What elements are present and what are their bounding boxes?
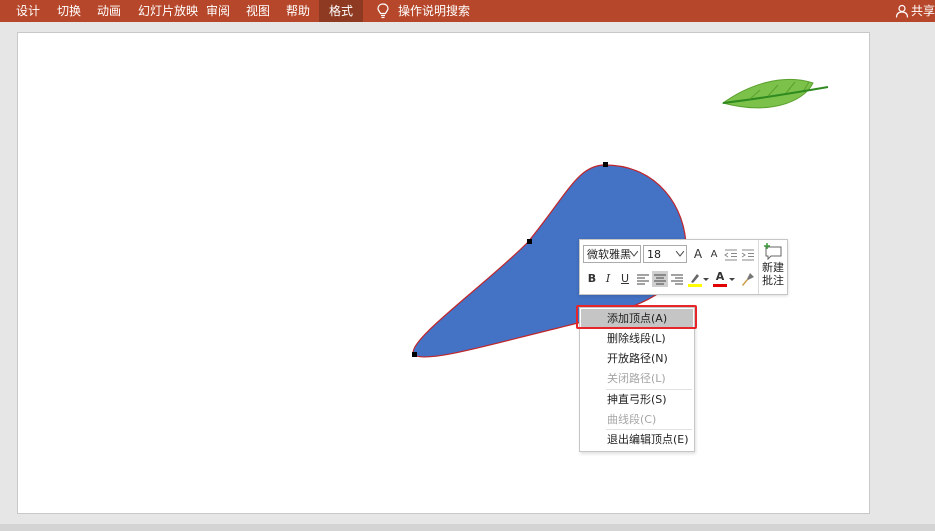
person-icon bbox=[895, 4, 909, 18]
format-painter-icon[interactable] bbox=[740, 271, 756, 287]
vertex-handle[interactable] bbox=[527, 239, 532, 244]
font-size-value: 18 bbox=[647, 248, 661, 261]
chevron-down-icon[interactable] bbox=[728, 271, 736, 287]
tab-animations[interactable]: 动画 bbox=[97, 0, 121, 22]
menu-item-exit-edit-points[interactable]: 退出编辑顶点(E) bbox=[581, 430, 693, 450]
share-label: 共享 bbox=[910, 4, 935, 18]
leaf-image[interactable] bbox=[721, 79, 829, 109]
font-color-swatch bbox=[713, 284, 727, 287]
grow-font-button[interactable]: A bbox=[690, 246, 706, 262]
highlight-pen-icon[interactable] bbox=[687, 271, 703, 287]
new-comment-label-line2: 批注 bbox=[762, 274, 784, 287]
bold-button[interactable]: B bbox=[584, 271, 600, 287]
tab-design[interactable]: 设计 bbox=[16, 0, 40, 22]
menu-item-add-point[interactable]: 添加顶点(A) bbox=[581, 309, 693, 329]
menu-item-delete-segment[interactable]: 删除线段(L) bbox=[581, 329, 693, 349]
menu-item-curved-segment: 曲线段(C) bbox=[607, 413, 657, 426]
share-button[interactable]: 共享 bbox=[893, 0, 935, 22]
menu-item-open-path[interactable]: 开放路径(N) bbox=[581, 349, 693, 369]
italic-button[interactable]: I bbox=[600, 271, 616, 287]
chevron-down-icon[interactable] bbox=[702, 271, 710, 287]
tell-me-search[interactable]: 操作说明搜索 bbox=[398, 0, 470, 22]
font-name-select[interactable]: 微软雅黑 bbox=[583, 245, 641, 263]
new-comment-button[interactable]: 新建 批注 bbox=[758, 240, 787, 294]
mini-toolbar: 微软雅黑 18 A A B I U A 新建 批注 bbox=[579, 239, 788, 295]
align-right-icon[interactable] bbox=[669, 271, 685, 287]
tab-transitions[interactable]: 切换 bbox=[57, 0, 81, 22]
shrink-font-button[interactable]: A bbox=[706, 247, 722, 263]
chevron-down-icon bbox=[630, 251, 638, 257]
align-left-icon[interactable] bbox=[635, 271, 651, 287]
font-name-value: 微软雅黑 bbox=[587, 248, 631, 261]
tab-view[interactable]: 视图 bbox=[246, 0, 270, 22]
lightbulb-icon bbox=[377, 3, 389, 19]
vertex-handle[interactable] bbox=[603, 162, 608, 167]
tab-slideshow[interactable]: 幻灯片放映 bbox=[138, 0, 198, 22]
menu-item-straighten-segment[interactable]: 抻直弓形(S) bbox=[581, 390, 693, 410]
tab-review[interactable]: 审阅 bbox=[206, 0, 230, 22]
ribbon-bar: 设计 切换 动画 幻灯片放映 审阅 视图 帮助 格式 操作说明搜索 共享 bbox=[0, 0, 935, 22]
new-comment-icon bbox=[764, 243, 782, 261]
menu-item-close-path: 关闭路径(L) bbox=[607, 372, 666, 385]
font-color-button[interactable]: A bbox=[712, 269, 728, 285]
context-menu: 添加顶点(A) 删除线段(L) 开放路径(N) 关闭路径(L) 抻直弓形(S) … bbox=[579, 307, 695, 452]
underline-button[interactable]: U bbox=[617, 271, 633, 287]
vertex-handle[interactable] bbox=[412, 352, 417, 357]
increase-indent-icon[interactable] bbox=[740, 247, 756, 263]
tab-help[interactable]: 帮助 bbox=[286, 0, 310, 22]
tab-format[interactable]: 格式 bbox=[319, 0, 364, 22]
chevron-down-icon bbox=[676, 251, 684, 257]
new-comment-label-line1: 新建 bbox=[762, 261, 784, 274]
status-bar bbox=[0, 524, 935, 531]
font-size-select[interactable]: 18 bbox=[643, 245, 687, 263]
decrease-indent-icon[interactable] bbox=[723, 247, 739, 263]
align-center-icon[interactable] bbox=[652, 271, 668, 287]
